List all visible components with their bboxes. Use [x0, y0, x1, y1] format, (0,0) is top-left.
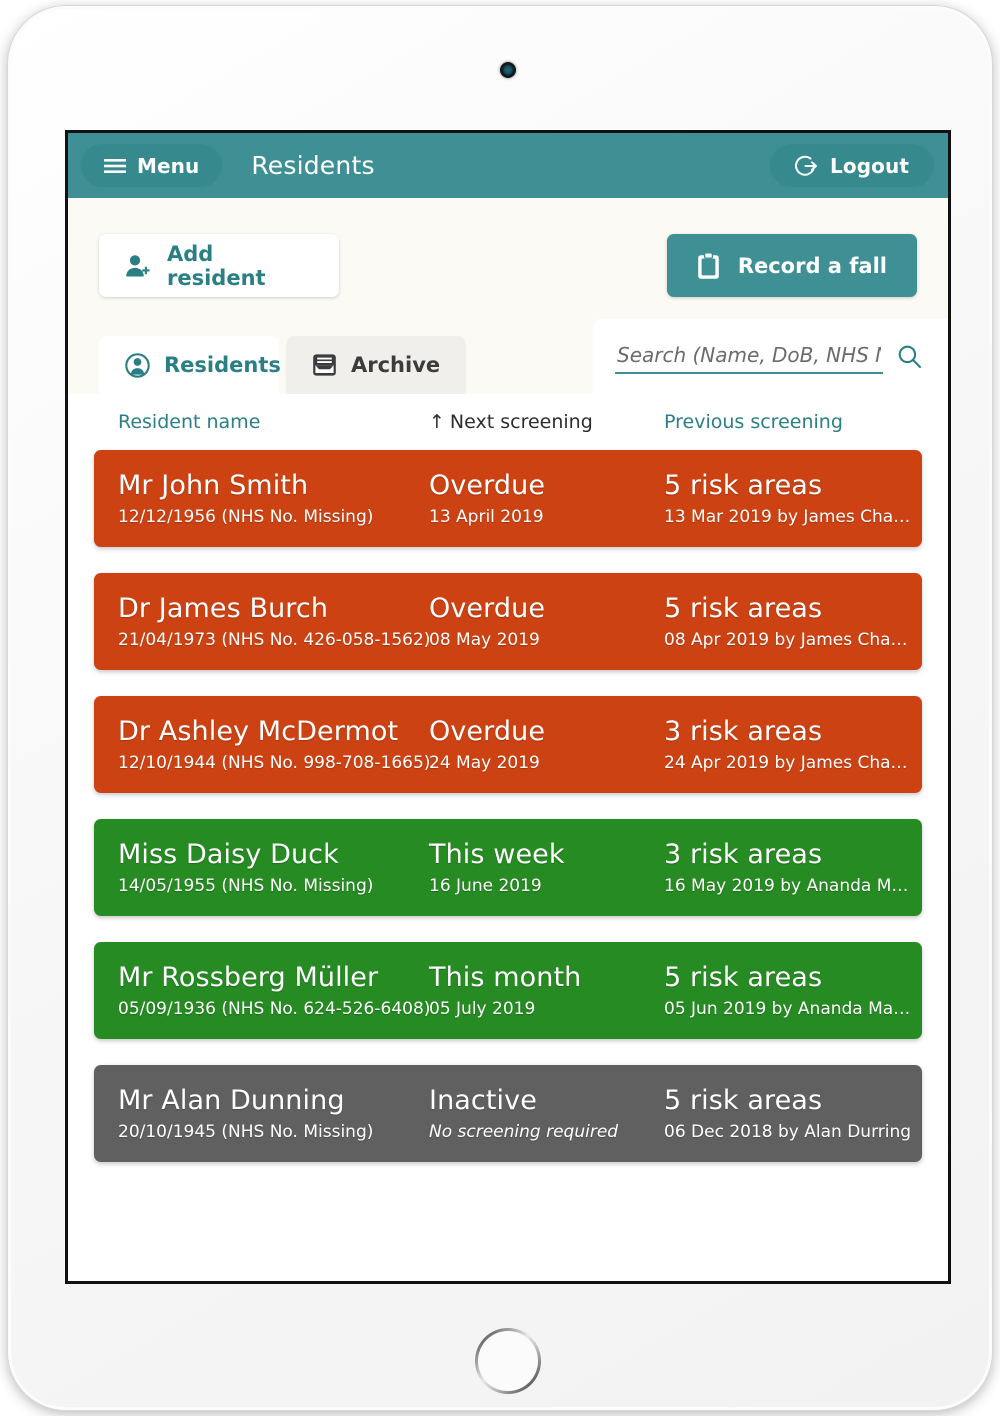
- resident-details: 21/04/1973 (NHS No. 426-058-1562): [118, 630, 431, 650]
- previous-screening-info: 24 Apr 2019 by James Cha…: [664, 753, 908, 773]
- menu-button[interactable]: Menu: [80, 143, 224, 188]
- logout-button-label: Logout: [830, 153, 909, 178]
- next-screening-status: This month: [429, 962, 582, 993]
- front-camera-icon: [500, 62, 516, 78]
- risk-areas-count: 5 risk areas: [664, 470, 823, 501]
- tab-residents[interactable]: Residents: [99, 336, 281, 394]
- next-screening-date: 08 May 2019: [429, 630, 540, 650]
- record-a-fall-button[interactable]: Record a fall: [666, 234, 917, 297]
- tablet-device-frame: Menu Residents Logout Add resident Recor…: [8, 6, 992, 1410]
- table-row[interactable]: Dr James Burch 21/04/1973 (NHS No. 426-05…: [94, 573, 922, 670]
- next-screening-status: Overdue: [429, 470, 546, 501]
- resident-name: Mr Alan Dunning: [118, 1085, 345, 1116]
- person-circle-icon: [125, 352, 150, 378]
- risk-areas-count: 5 risk areas: [664, 962, 823, 993]
- table-row[interactable]: Mr Rossberg Müller 05/09/1936 (NHS No. 62…: [94, 942, 922, 1039]
- resident-name: Mr Rossberg Müller: [118, 962, 379, 993]
- home-button[interactable]: [475, 1328, 541, 1394]
- menu-button-label: Menu: [137, 153, 200, 178]
- next-screening-date: 24 May 2019: [429, 753, 540, 773]
- add-resident-button[interactable]: Add resident: [99, 234, 339, 297]
- logout-icon: [795, 154, 819, 178]
- resident-name: Miss Daisy Duck: [118, 839, 339, 870]
- next-screening-date: 05 July 2019: [429, 999, 536, 1019]
- search-input[interactable]: [615, 339, 883, 374]
- table-row[interactable]: Dr Ashley McDermot 12/10/1944 (NHS No. 99…: [94, 696, 922, 793]
- tablet-screen: Menu Residents Logout Add resident Recor…: [65, 130, 951, 1284]
- hamburger-menu-icon: [104, 158, 126, 174]
- tab-archive-label: Archive: [351, 353, 441, 377]
- table-column-headers: Resident name ↑ Next screening Previous s…: [94, 394, 922, 450]
- tab-bar: Residents Archive: [68, 319, 948, 394]
- table-row[interactable]: Mr John Smith 12/12/1956 (NHS No. Missing…: [94, 450, 922, 547]
- next-screening-status: Overdue: [429, 716, 546, 747]
- risk-areas-count: 3 risk areas: [664, 716, 823, 747]
- logout-button[interactable]: Logout: [769, 143, 935, 188]
- next-screening-status: This week: [429, 839, 565, 870]
- next-screening-date: No screening required: [429, 1122, 619, 1142]
- previous-screening-info: 05 Jun 2019 by Ananda Ma…: [664, 999, 911, 1019]
- next-screening-status: Inactive: [429, 1085, 537, 1116]
- previous-screening-info: 16 May 2019 by Ananda M…: [664, 876, 909, 896]
- column-header-previous-screening[interactable]: Previous screening: [664, 411, 843, 433]
- resident-details: 12/10/1944 (NHS No. 998-708-1665): [118, 753, 431, 773]
- resident-details: 20/10/1945 (NHS No. Missing): [118, 1122, 374, 1142]
- next-screening-status: Overdue: [429, 593, 546, 624]
- column-header-resident-name[interactable]: Resident name: [118, 411, 429, 433]
- tab-archive[interactable]: Archive: [286, 336, 467, 394]
- risk-areas-count: 5 risk areas: [664, 1085, 823, 1116]
- column-header-next-screening[interactable]: ↑ Next screening: [429, 411, 664, 433]
- risk-areas-count: 5 risk areas: [664, 593, 823, 624]
- search-container: [593, 319, 948, 394]
- tab-residents-label: Residents: [164, 353, 281, 377]
- resident-name: Dr James Burch: [118, 593, 329, 624]
- next-screening-date: 16 June 2019: [429, 876, 542, 896]
- sort-ascending-icon: ↑: [429, 411, 445, 433]
- action-bar: Add resident Record a fall: [68, 198, 948, 333]
- previous-screening-info: 13 Mar 2019 by James Cha…: [664, 507, 911, 527]
- clipboard-icon: [697, 251, 720, 280]
- page-title: Residents: [251, 151, 375, 180]
- column-header-next-screening-label: Next screening: [449, 411, 593, 433]
- resident-name: Mr John Smith: [118, 470, 309, 501]
- next-screening-date: 13 April 2019: [429, 507, 544, 527]
- previous-screening-info: 08 Apr 2019 by James Cha…: [664, 630, 908, 650]
- search-icon[interactable]: [897, 344, 922, 369]
- resident-name: Dr Ashley McDermot: [118, 716, 399, 747]
- previous-screening-info: 06 Dec 2018 by Alan Durring: [664, 1122, 912, 1142]
- add-person-icon: [124, 253, 150, 279]
- record-a-fall-label: Record a fall: [737, 253, 887, 278]
- risk-areas-count: 3 risk areas: [664, 839, 823, 870]
- resident-details: 05/09/1936 (NHS No. 624-526-6408): [118, 999, 431, 1019]
- residents-row-list: Mr John Smith 12/12/1956 (NHS No. Missing…: [94, 450, 922, 1196]
- resident-details: 12/12/1956 (NHS No. Missing): [118, 507, 374, 527]
- table-row[interactable]: Miss Daisy Duck 14/05/1955 (NHS No. Missi…: [94, 819, 922, 916]
- residents-table: Resident name ↑ Next screening Previous s…: [68, 394, 948, 1196]
- app-header: Menu Residents Logout: [68, 133, 948, 198]
- archive-box-icon: [312, 353, 337, 377]
- table-row[interactable]: Mr Alan Dunning 20/10/1945 (NHS No. Missi…: [94, 1065, 922, 1162]
- resident-details: 14/05/1955 (NHS No. Missing): [118, 876, 374, 896]
- add-resident-label: Add resident: [167, 241, 266, 290]
